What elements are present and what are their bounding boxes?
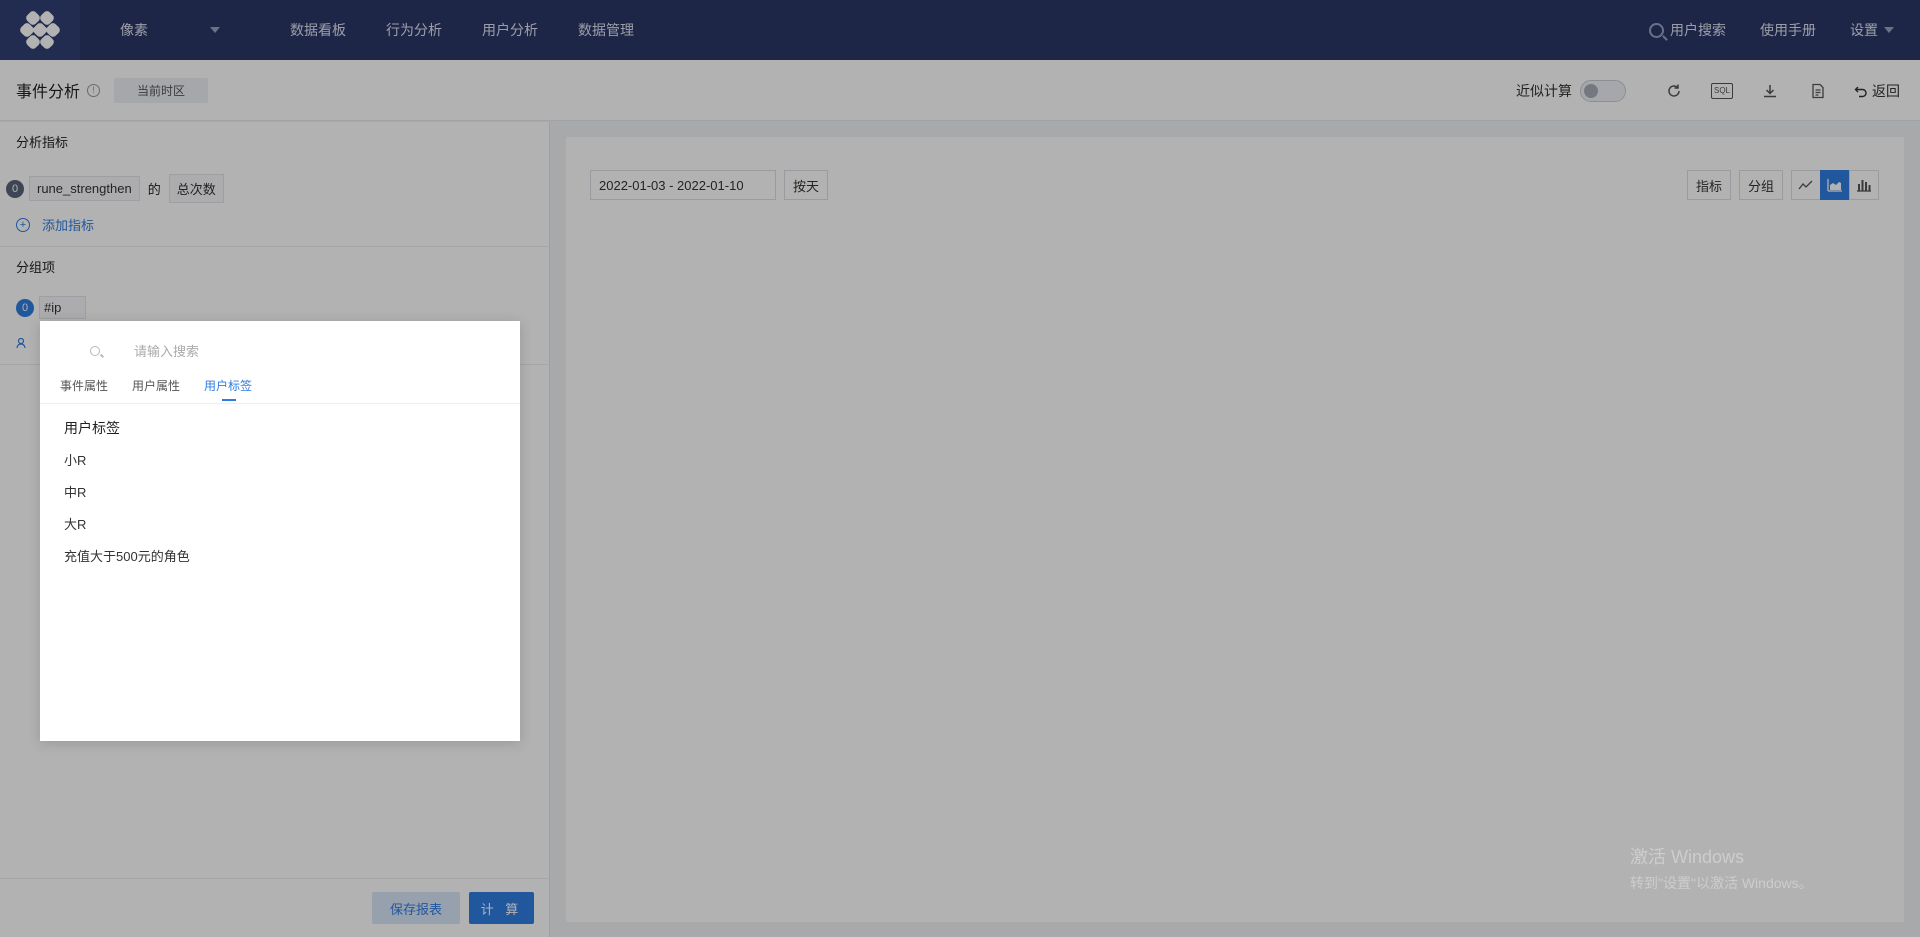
watermark-line1: 激活 Windows xyxy=(1630,847,1745,867)
list-item[interactable]: 充值大于500元的角色 xyxy=(64,549,190,581)
windows-watermark: 激活 Windows 转到"设置"以激活 Windows。 xyxy=(1630,843,1813,893)
watermark-line2: 转到"设置"以激活 Windows。 xyxy=(1630,875,1813,891)
dropdown-search[interactable]: 请输入搜索 xyxy=(56,341,199,360)
list-item[interactable]: 小R xyxy=(64,453,190,485)
property-dropdown: 请输入搜索 事件属性 用户属性 用户标签 用户标签 小R 中R 大R 充值大于5… xyxy=(40,321,520,741)
list-item[interactable]: 中R xyxy=(64,485,190,517)
list-group-title: 用户标签 xyxy=(64,420,120,436)
dropdown-tabs: 事件属性 用户属性 用户标签 xyxy=(60,377,276,401)
search-icon xyxy=(90,345,100,356)
tag-list: 小R 中R 大R 充值大于500元的角色 xyxy=(64,453,190,581)
tab-divider xyxy=(40,403,520,404)
tab-event-properties[interactable]: 事件属性 xyxy=(60,377,108,401)
tab-user-tags[interactable]: 用户标签 xyxy=(204,377,252,401)
tab-user-properties[interactable]: 用户属性 xyxy=(132,377,180,401)
list-item[interactable]: 大R xyxy=(64,517,190,549)
search-placeholder: 请输入搜索 xyxy=(134,344,200,359)
